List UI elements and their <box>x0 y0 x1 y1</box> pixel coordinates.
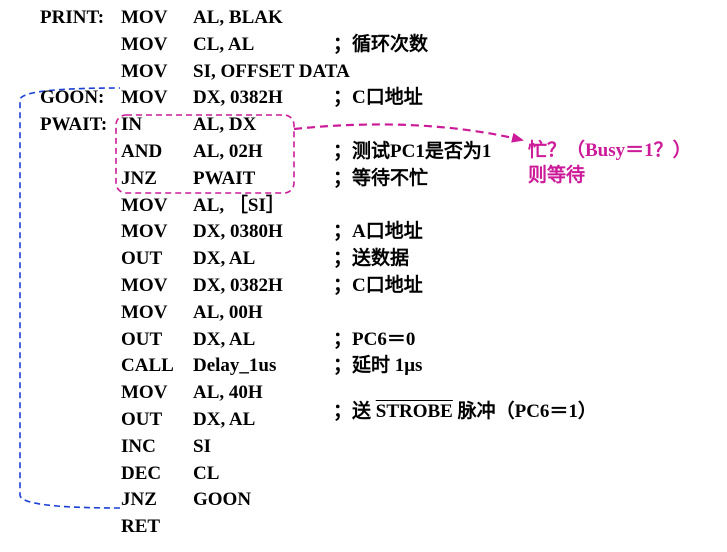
code-line: JNZ PWAIT ；等待不忙 <box>0 165 727 192</box>
code-line: MOV DX, 0382H ；C口地址 <box>0 272 727 299</box>
code-opcode: MOV <box>121 7 168 28</box>
code-opcode: JNZ <box>121 489 157 511</box>
code-operands: AL, DX <box>193 114 257 136</box>
code-operands: DX, 0380H <box>193 221 283 243</box>
strobe-comment: ；送 STROBE 脉冲（PC6＝1） <box>333 401 597 422</box>
code-opcode: OUT <box>121 248 163 270</box>
code-line: MOV AL, ［SI］ <box>0 192 727 219</box>
code-opcode: RET <box>121 516 161 538</box>
code-operands: PWAIT <box>193 167 256 189</box>
code-line: MOV AL, 00H <box>0 299 727 326</box>
code-line: PRINT: MOV AL, BLAK <box>0 4 727 31</box>
strobe-signal-name: STROBE <box>375 401 453 422</box>
code-opcode: IN <box>121 114 143 136</box>
code-line: DEC CL <box>0 460 727 487</box>
code-opcode: MOV <box>121 87 168 109</box>
code-operands: Delay_1us <box>193 355 277 377</box>
code-label: PRINT: <box>40 7 105 28</box>
code-comment: ；C口地址 <box>333 275 423 296</box>
code-operands: SI, OFFSET DATA <box>193 60 350 82</box>
busy-note-line2: 则等待 <box>528 165 586 186</box>
code-comment: ；送数据 <box>333 248 410 270</box>
code-comment: ；循环次数 <box>333 33 429 55</box>
code-operands: DX, AL <box>193 328 256 350</box>
code-comment: ；等待不忙 <box>333 167 429 189</box>
code-comment: ；测试PC1是否为1 <box>333 141 492 162</box>
code-opcode: JNZ <box>121 167 157 189</box>
code-operands: CL <box>193 462 220 484</box>
code-operands: AL, 02H <box>193 141 263 162</box>
code-line: GOON: MOV DX, 0382H ；C口地址 <box>0 84 727 111</box>
code-operands: GOON <box>193 489 252 511</box>
code-line: MOV SI, OFFSET DATA <box>0 58 727 85</box>
code-operands: SI <box>193 435 211 457</box>
code-line-strobe-comment: ；送 STROBE 脉冲（PC6＝1） <box>0 398 727 425</box>
code-operands: DX, 0382H <box>193 275 283 296</box>
code-line: PWAIT: IN AL, DX <box>0 111 727 138</box>
code-line: INC SI <box>0 433 727 460</box>
code-comment: ；A口地址 <box>333 221 423 243</box>
code-opcode: MOV <box>121 33 168 55</box>
code-comment: ；C口地址 <box>333 87 423 109</box>
code-opcode: AND <box>121 141 163 162</box>
code-opcode: CALL <box>121 355 174 377</box>
code-opcode: MOV <box>121 60 168 82</box>
busy-note-line1: 忙？（Busy＝1？） <box>528 140 692 161</box>
code-opcode: MOV <box>121 221 168 243</box>
code-line: OUT DX, AL ；PC6＝0 <box>0 326 727 353</box>
code-line: MOV DX, 0380H ；A口地址 <box>0 218 727 245</box>
code-comment: ；延时 1μs <box>333 355 423 377</box>
code-operands: DX, 0382H <box>193 87 283 109</box>
code-operands: AL, BLAK <box>193 7 283 28</box>
code-opcode: INC <box>121 435 156 457</box>
code-line: OUT DX, AL ；送数据 <box>0 245 727 272</box>
code-opcode: MOV <box>121 194 168 216</box>
code-label: PWAIT: <box>40 114 108 136</box>
code-opcode: MOV <box>121 275 168 296</box>
code-label: GOON: <box>40 87 105 109</box>
code-comment: ；PC6＝0 <box>333 328 416 350</box>
code-operands: AL, ［SI］ <box>193 194 285 216</box>
code-line: CALL Delay_1us ；延时 1μs <box>0 352 727 379</box>
code-line: MOV CL, AL ；循环次数 <box>0 31 727 58</box>
code-opcode: MOV <box>121 301 168 323</box>
code-operands: DX, AL <box>193 248 256 270</box>
code-operands: CL, AL <box>193 33 255 55</box>
code-opcode: OUT <box>121 328 163 350</box>
code-operands: AL, 00H <box>193 301 263 323</box>
code-opcode: DEC <box>121 462 162 484</box>
code-line: JNZ GOON <box>0 486 727 513</box>
code-line: RET <box>0 513 727 540</box>
